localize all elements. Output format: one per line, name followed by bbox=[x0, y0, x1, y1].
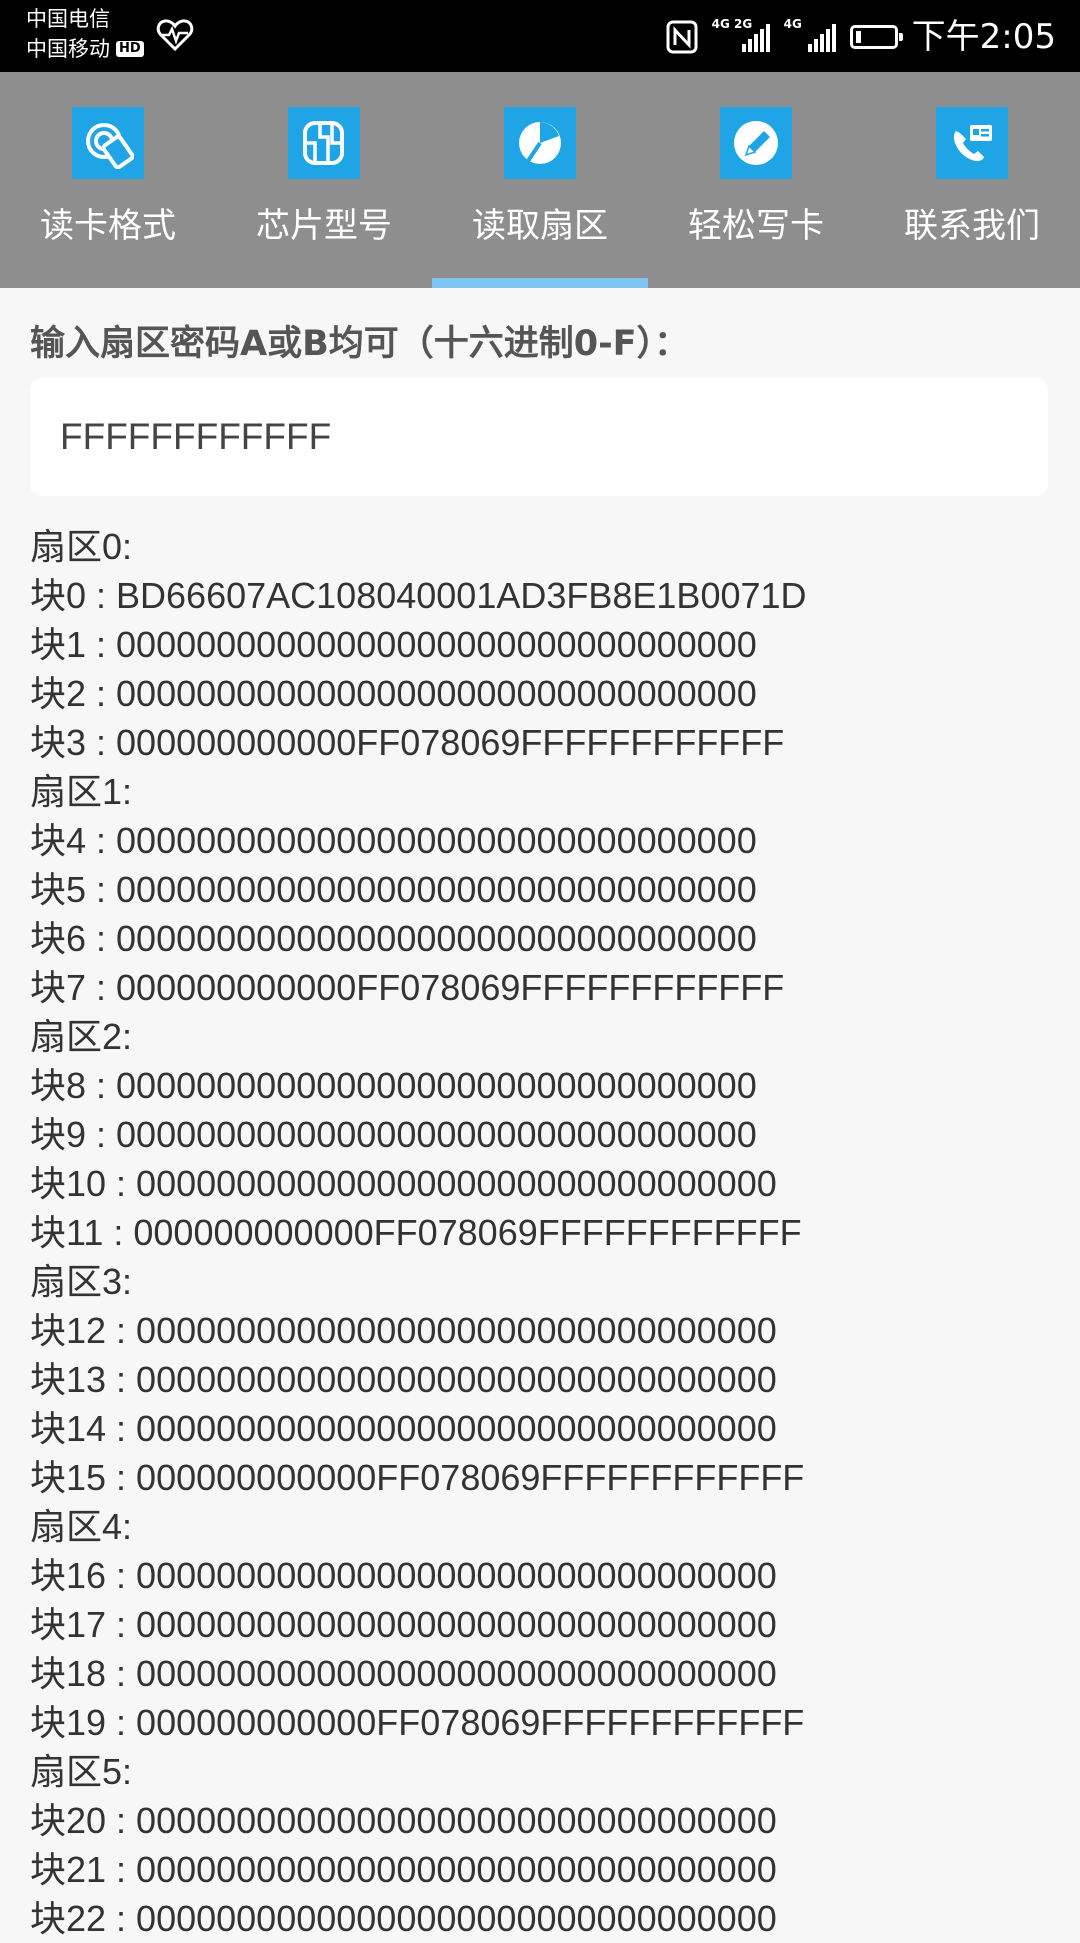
nfc-icon bbox=[666, 20, 698, 54]
block-line: 块5 : 00000000000000000000000000000000 bbox=[30, 869, 757, 910]
block-line: 块16 : 00000000000000000000000000000000 bbox=[30, 1555, 777, 1596]
block-line: 块11 : 000000000000FF078069FFFFFFFFFFFF bbox=[30, 1212, 802, 1253]
block-line: 块19 : 000000000000FF078069FFFFFFFFFFFF bbox=[30, 1702, 805, 1743]
block-line: 块8 : 00000000000000000000000000000000 bbox=[30, 1065, 757, 1106]
tab-contact-us[interactable]: 联系我们 bbox=[864, 72, 1080, 288]
block-line: 块0 : BD66607AC108040001AD3FB8E1B0071D bbox=[30, 575, 807, 616]
tab-read-format[interactable]: 读卡格式 bbox=[0, 72, 216, 288]
tab-write-card[interactable]: 轻松写卡 bbox=[648, 72, 864, 288]
hd-badge: HD bbox=[116, 41, 144, 57]
status-icons: 4G 2G 4G 下午2:05 bbox=[666, 10, 1056, 64]
network-type-2: 4G bbox=[783, 17, 802, 31]
tab-label: 轻松写卡 bbox=[688, 206, 824, 246]
tab-bar: 读卡格式 芯片型号 读取扇区 轻松写卡 联系我们 bbox=[0, 72, 1080, 288]
main-content: 输入扇区密码A或B均可（十六进制0-F）： 扇区0: 块0 : BD66607AC… bbox=[30, 288, 1050, 1943]
block-line: 块9 : 00000000000000000000000000000000 bbox=[30, 1114, 757, 1155]
tab-label: 读取扇区 bbox=[472, 206, 608, 246]
carrier-info: 中国电信 中国移动 HD bbox=[26, 4, 144, 64]
sector-dump: 扇区0: 块0 : BD66607AC108040001AD3FB8E1B0071… bbox=[30, 522, 1050, 1943]
block-line: 块20 : 00000000000000000000000000000000 bbox=[30, 1800, 777, 1841]
block-line: 块14 : 00000000000000000000000000000000 bbox=[30, 1408, 777, 1449]
block-line: 块17 : 00000000000000000000000000000000 bbox=[30, 1604, 777, 1645]
read-sector-icon bbox=[504, 107, 576, 179]
block-line: 块2 : 00000000000000000000000000000000 bbox=[30, 673, 757, 714]
carrier-2: 中国移动 bbox=[26, 37, 110, 61]
sector-header: 扇区5: bbox=[30, 1751, 133, 1792]
signal-strength-icon-2: 4G bbox=[784, 18, 836, 52]
status-bar: 中国电信 中国移动 HD 4G 2G 4G 下午2:05 bbox=[0, 0, 1080, 72]
tab-label: 联系我们 bbox=[904, 206, 1040, 246]
block-line: 块1 : 00000000000000000000000000000000 bbox=[30, 624, 757, 665]
battery-icon bbox=[849, 25, 903, 49]
heart-rate-icon bbox=[156, 19, 194, 52]
block-line: 块15 : 000000000000FF078069FFFFFFFFFFFF bbox=[30, 1457, 805, 1498]
contact-us-icon bbox=[936, 107, 1008, 179]
sector-header: 扇区3: bbox=[30, 1261, 133, 1302]
sector-key-input[interactable] bbox=[30, 378, 1048, 496]
sector-header: 扇区4: bbox=[30, 1506, 133, 1547]
signal-strength-icon-1: 4G 2G bbox=[712, 18, 770, 52]
read-format-icon bbox=[72, 107, 144, 179]
clock: 下午2:05 bbox=[911, 17, 1056, 57]
tab-label: 读卡格式 bbox=[40, 206, 176, 246]
write-card-icon bbox=[720, 107, 792, 179]
tab-label: 芯片型号 bbox=[256, 206, 392, 246]
block-line: 块3 : 000000000000FF078069FFFFFFFFFFFF bbox=[30, 722, 785, 763]
password-prompt: 输入扇区密码A或B均可（十六进制0-F）： bbox=[30, 324, 690, 364]
chip-model-icon bbox=[288, 107, 360, 179]
block-line: 块21 : 00000000000000000000000000000000 bbox=[30, 1849, 777, 1890]
block-line: 块6 : 00000000000000000000000000000000 bbox=[30, 918, 757, 959]
block-line: 块4 : 00000000000000000000000000000000 bbox=[30, 820, 757, 861]
block-line: 块22 : 00000000000000000000000000000000 bbox=[30, 1898, 777, 1939]
block-line: 块10 : 00000000000000000000000000000000 bbox=[30, 1163, 777, 1204]
tab-chip-model[interactable]: 芯片型号 bbox=[216, 72, 432, 288]
block-line: 块7 : 000000000000FF078069FFFFFFFFFFFF bbox=[30, 967, 785, 1008]
sector-header: 扇区0: bbox=[30, 526, 133, 567]
sector-header: 扇区1: bbox=[30, 771, 133, 812]
battery-level bbox=[855, 31, 861, 43]
sector-header: 扇区2: bbox=[30, 1016, 133, 1057]
network-type-1: 4G 2G bbox=[711, 17, 753, 31]
tab-read-sector[interactable]: 读取扇区 bbox=[432, 72, 648, 288]
block-line: 块13 : 00000000000000000000000000000000 bbox=[30, 1359, 777, 1400]
carrier-1: 中国电信 bbox=[26, 7, 110, 31]
block-line: 块12 : 00000000000000000000000000000000 bbox=[30, 1310, 777, 1351]
block-line: 块18 : 00000000000000000000000000000000 bbox=[30, 1653, 777, 1694]
active-tab-indicator bbox=[432, 278, 648, 288]
